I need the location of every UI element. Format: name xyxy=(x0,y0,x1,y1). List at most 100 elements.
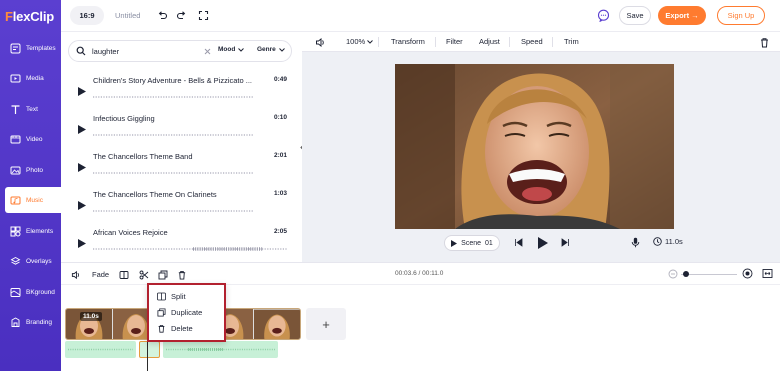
audio-segment-selected[interactable] xyxy=(139,341,160,358)
clear-search-icon[interactable] xyxy=(202,46,212,56)
transform-button[interactable]: Transform xyxy=(391,37,425,46)
music-track-item[interactable]: The Chancellors Theme On Clarinets 1:03 xyxy=(71,187,291,223)
music-track-item[interactable]: Infectious Giggling 0:10 xyxy=(71,111,291,147)
split-menu-item[interactable]: Split xyxy=(157,290,186,302)
zoom-out-icon[interactable] xyxy=(667,268,678,279)
track-title: The Chancellors Theme Band xyxy=(93,152,193,161)
app-logo[interactable]: FlexClip xyxy=(5,9,54,24)
play-icon[interactable] xyxy=(77,238,87,248)
sidebar-item-label: Photo xyxy=(26,166,43,174)
fade-button[interactable]: Fade xyxy=(92,270,109,279)
templates-icon xyxy=(8,41,22,55)
speed-button[interactable]: Speed xyxy=(521,37,543,46)
fullscreen-icon[interactable] xyxy=(197,9,210,22)
timecode: 00:03.6 / 00:11.0 xyxy=(395,270,444,277)
play-button-icon[interactable] xyxy=(536,236,549,249)
track-title: Infectious Giggling xyxy=(93,114,155,123)
sidebar-item-text[interactable]: Text xyxy=(5,96,61,122)
top-bar: 16:9 Untitled Save Export → Sign Up xyxy=(61,0,780,32)
sidebar-item-label: Video xyxy=(26,135,43,143)
track-title: African Voices Rejoice xyxy=(93,228,168,237)
mood-label: Mood xyxy=(218,46,236,53)
sidebar-item-label: BKground xyxy=(26,288,55,296)
chevron-down-icon xyxy=(367,40,374,44)
background-icon xyxy=(8,285,22,299)
duplicate-menu-item[interactable]: Duplicate xyxy=(157,306,202,318)
undo-icon[interactable] xyxy=(156,9,169,22)
audio-segment[interactable] xyxy=(65,341,136,358)
text-icon xyxy=(8,102,22,116)
add-scene-button[interactable]: + xyxy=(306,308,346,340)
sidebar-item-bkground[interactable]: BKground xyxy=(5,279,61,305)
play-icon[interactable] xyxy=(77,124,87,134)
music-track-item[interactable]: African Voices Rejoice 2:05 xyxy=(71,225,291,261)
trash-icon[interactable] xyxy=(758,36,771,49)
search-input[interactable]: laughter xyxy=(92,47,119,56)
sidebar-item-elements[interactable]: Elements xyxy=(5,218,61,244)
zoom-in-icon[interactable] xyxy=(742,268,753,279)
track-duration: 1:03 xyxy=(273,190,287,197)
microphone-icon[interactable] xyxy=(630,237,641,248)
scene-label: Scene xyxy=(461,239,482,247)
adjust-button[interactable]: Adjust xyxy=(479,37,500,46)
music-search-bar[interactable]: laughter Mood Genre xyxy=(68,40,292,62)
sidebar-item-label: Media xyxy=(26,74,44,82)
track-title: Children's Story Adventure - Bells & Piz… xyxy=(93,76,252,85)
duration-value: 11.0s xyxy=(665,237,683,246)
scissors-icon[interactable] xyxy=(138,269,149,280)
trim-button[interactable]: Trim xyxy=(564,37,579,46)
previous-scene-icon[interactable] xyxy=(513,237,524,248)
filter-button[interactable]: Filter xyxy=(446,37,463,46)
sidebar-item-video[interactable]: Video xyxy=(5,126,61,152)
sidebar-item-branding[interactable]: Branding xyxy=(5,309,61,335)
sidebar-item-overlays[interactable]: Overlays xyxy=(5,248,61,274)
zoom-slider-handle[interactable] xyxy=(683,271,689,277)
chevron-down-icon xyxy=(278,47,285,52)
trash-icon xyxy=(157,324,166,333)
aspect-ratio-button[interactable]: 16:9 xyxy=(70,6,104,25)
sidebar-item-templates[interactable]: Templates xyxy=(5,35,61,61)
branding-icon xyxy=(8,315,22,329)
play-icon xyxy=(451,239,458,247)
sidebar-item-photo[interactable]: Photo xyxy=(5,157,61,183)
sidebar-item-label: Templates xyxy=(26,44,56,52)
preview-area: 100% Transform Filter Adjust Speed Trim xyxy=(302,32,780,262)
track-waveform xyxy=(93,210,253,212)
music-track-item[interactable]: Children's Story Adventure - Bells & Piz… xyxy=(71,73,291,109)
delete-menu-item[interactable]: Delete xyxy=(157,322,193,334)
mood-dropdown[interactable]: Mood xyxy=(218,46,245,53)
fit-timeline-icon[interactable] xyxy=(762,268,773,279)
video-frame-laughing-woman[interactable] xyxy=(395,64,674,229)
clip-thumbnail xyxy=(254,309,300,339)
sidebar-item-music[interactable]: Music xyxy=(5,187,61,213)
save-button[interactable]: Save xyxy=(619,6,651,25)
play-icon[interactable] xyxy=(77,162,87,172)
redo-icon[interactable] xyxy=(175,9,188,22)
play-icon[interactable] xyxy=(77,200,87,210)
zoom-select[interactable]: 100% xyxy=(346,37,374,46)
track-duration: 0:49 xyxy=(273,76,287,83)
volume-icon[interactable] xyxy=(314,36,327,49)
sidebar: FlexClip Templates Media Text Video Phot… xyxy=(0,0,61,371)
audio-waveform xyxy=(166,348,275,351)
sidebar-item-label: Overlays xyxy=(26,257,52,265)
trash-icon[interactable] xyxy=(176,269,187,280)
total-duration: 11.0s xyxy=(653,237,683,246)
search-icon xyxy=(75,45,87,57)
zoom-slider[interactable] xyxy=(681,274,737,275)
project-title[interactable]: Untitled xyxy=(115,11,140,20)
sidebar-item-media[interactable]: Media xyxy=(5,65,61,91)
genre-dropdown[interactable]: Genre xyxy=(257,46,285,53)
sign-up-button[interactable]: Sign Up xyxy=(717,6,765,25)
duplicate-icon[interactable] xyxy=(157,269,168,280)
play-icon[interactable] xyxy=(77,86,87,96)
chat-support-icon[interactable] xyxy=(597,9,610,22)
volume-icon[interactable] xyxy=(70,269,81,280)
next-scene-icon[interactable] xyxy=(560,237,571,248)
audio-segment[interactable] xyxy=(163,341,278,358)
scene-selector[interactable]: Scene 01 xyxy=(444,235,500,251)
split-view-icon[interactable] xyxy=(118,269,129,280)
music-track-item[interactable]: The Chancellors Theme Band 2:01 xyxy=(71,149,291,185)
export-button[interactable]: Export → xyxy=(658,6,706,25)
track-waveform xyxy=(93,172,253,174)
